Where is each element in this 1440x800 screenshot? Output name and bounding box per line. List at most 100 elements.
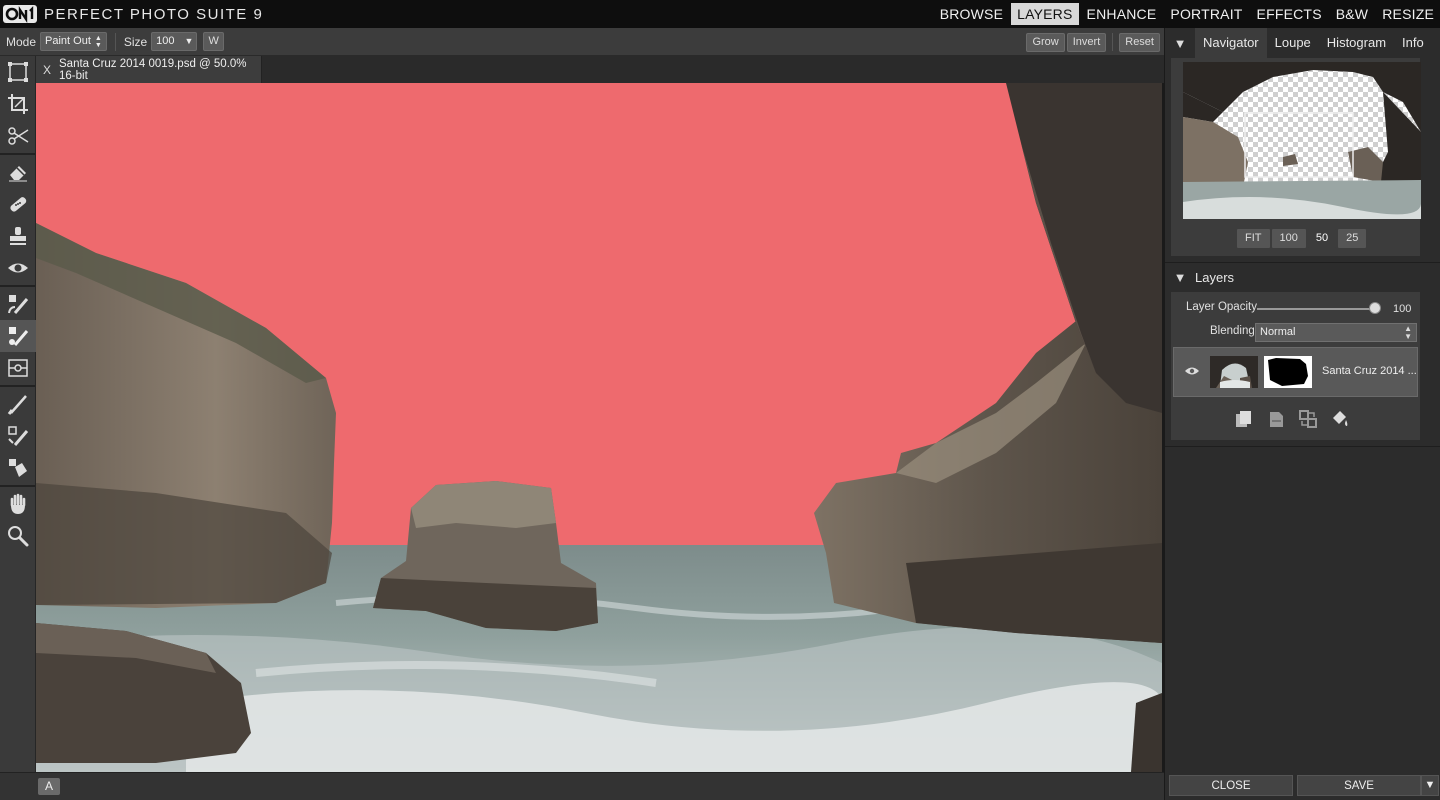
size-label: Size	[123, 34, 148, 49]
crop-icon	[8, 94, 28, 114]
scissors-icon	[8, 127, 29, 145]
footer-buttons: CLOSE SAVE ▼	[1165, 772, 1440, 800]
photo-preview	[36, 83, 1162, 772]
close-icon[interactable]: X	[43, 63, 51, 77]
gradient-icon	[8, 359, 28, 377]
module-nav: BROWSE LAYERS ENHANCE PORTRAIT EFFECTS B…	[932, 0, 1440, 28]
mode-select[interactable]: Paint Out ▲ ▼	[40, 32, 107, 51]
reset-button[interactable]: Reset	[1119, 32, 1160, 52]
w-button[interactable]: W	[203, 32, 224, 51]
zoom-50-button[interactable]: 50	[1307, 229, 1337, 248]
module-bw[interactable]: B&W	[1330, 3, 1375, 25]
size-select[interactable]: 100 ▼	[151, 32, 198, 51]
clone-stamp-tool[interactable]	[0, 220, 36, 252]
divider	[0, 153, 35, 155]
brush-tool[interactable]	[0, 388, 36, 420]
masking-brush-icon	[8, 295, 29, 314]
zoom-fit-button[interactable]: FIT	[1237, 229, 1270, 248]
module-layers[interactable]: LAYERS	[1011, 3, 1079, 25]
brush-icon	[7, 395, 27, 415]
hand-tool[interactable]	[0, 488, 36, 520]
blending-row: Blending Normal ▲ ▼	[1171, 323, 1420, 343]
mask-brush-tool[interactable]	[0, 420, 36, 452]
layer-mask-thumbnail	[1264, 356, 1312, 388]
image-canvas[interactable]	[36, 83, 1162, 772]
navigator-preview[interactable]	[1183, 62, 1421, 219]
refine-brush-tool[interactable]	[0, 320, 36, 352]
eraser-icon	[9, 166, 27, 182]
collapse-triangle-icon[interactable]: ▼	[1165, 36, 1195, 51]
duplicate-layer-icon[interactable]	[1233, 408, 1255, 430]
mode-label: Mode	[6, 34, 37, 49]
tab-histogram[interactable]: Histogram	[1319, 28, 1394, 58]
merge-layers-icon[interactable]	[1297, 408, 1319, 430]
document-tab[interactable]: X Santa Cruz 2014 0019.psd @ 50.0% 16-bi…	[36, 56, 262, 83]
close-button[interactable]: CLOSE	[1169, 775, 1293, 796]
cut-tool[interactable]	[0, 120, 36, 152]
up-down-arrows-icon: ▲ ▼	[94, 34, 102, 49]
transform-tool[interactable]	[0, 56, 36, 88]
eraser-tool[interactable]	[0, 156, 36, 188]
tab-navigator[interactable]: Navigator	[1195, 28, 1267, 58]
tab-loupe[interactable]: Loupe	[1267, 28, 1319, 58]
module-effects[interactable]: EFFECTS	[1251, 3, 1328, 25]
gradient-mask-tool[interactable]	[0, 352, 36, 384]
layer-row[interactable]: Santa Cruz 2014 ...	[1173, 347, 1418, 397]
zoom-100-button[interactable]: 100	[1271, 229, 1306, 248]
paint-bucket-icon	[9, 459, 27, 477]
blending-label: Blending	[1210, 325, 1255, 337]
divider	[0, 485, 35, 487]
mode-value: Paint Out	[45, 35, 91, 47]
opacity-row: Layer Opacity 100	[1171, 301, 1420, 319]
layers-box: Layer Opacity 100 Blending Normal ▲ ▼ Sa…	[1171, 292, 1420, 440]
masking-brush-tool[interactable]	[0, 288, 36, 320]
zoom-25-button[interactable]: 25	[1338, 229, 1367, 248]
visibility-eye-icon[interactable]	[1184, 364, 1200, 382]
transform-icon	[8, 62, 28, 82]
blending-value: Normal	[1260, 326, 1296, 338]
paint-fill-tool[interactable]	[0, 452, 36, 484]
document-tab-bar: X Santa Cruz 2014 0019.psd @ 50.0% 16-bi…	[36, 56, 1164, 83]
eye-icon	[8, 263, 28, 273]
layer-actions	[1233, 408, 1351, 430]
mask-actions: Grow Invert Reset	[1026, 28, 1164, 56]
divider	[1165, 446, 1440, 447]
retouch-tool[interactable]	[0, 188, 36, 220]
new-layer-icon[interactable]	[1265, 408, 1287, 430]
module-portrait[interactable]: PORTRAIT	[1164, 3, 1248, 25]
layers-panel-header: ▼ Layers	[1165, 262, 1440, 292]
module-browse[interactable]: BROWSE	[934, 3, 1009, 25]
module-enhance[interactable]: ENHANCE	[1081, 3, 1163, 25]
layer-name: Santa Cruz 2014 ...	[1322, 365, 1417, 377]
tools-sidebar	[0, 56, 36, 772]
tab-info[interactable]: Info	[1394, 28, 1432, 58]
save-options-chevron-icon[interactable]: ▼	[1421, 775, 1439, 796]
hand-icon	[10, 493, 26, 514]
size-value: 100	[156, 35, 175, 47]
document-tab-title: Santa Cruz 2014 0019.psd @ 50.0% 16-bit	[59, 57, 247, 82]
blending-select[interactable]: Normal ▲ ▼	[1255, 323, 1417, 342]
zoom-tool[interactable]	[0, 520, 36, 552]
paint-bucket-icon[interactable]	[1329, 408, 1351, 430]
bandage-icon	[10, 197, 27, 212]
on1-logo-icon	[2, 4, 38, 24]
magnifier-icon	[8, 526, 29, 547]
grow-button[interactable]: Grow	[1026, 32, 1065, 52]
stamp-icon	[10, 227, 26, 245]
red-eye-tool[interactable]	[0, 252, 36, 284]
layer-image-thumbnail	[1210, 356, 1258, 388]
collapse-triangle-icon[interactable]: ▼	[1165, 270, 1195, 285]
navigator-box: FIT 100 50 25	[1171, 58, 1421, 256]
opacity-label: Layer Opacity	[1186, 301, 1257, 313]
divider	[0, 285, 35, 287]
title-bar: PERFECT PHOTO SUITE 9 BROWSE LAYERS ENHA…	[0, 0, 1440, 28]
module-resize[interactable]: RESIZE	[1376, 3, 1440, 25]
opacity-slider-handle[interactable]	[1369, 302, 1381, 314]
invert-button[interactable]: Invert	[1066, 32, 1107, 52]
chevron-down-icon: ▼	[184, 36, 194, 46]
divider	[1112, 33, 1114, 51]
save-button[interactable]: SAVE ▼	[1297, 775, 1439, 796]
crop-tool[interactable]	[0, 88, 36, 120]
a-button[interactable]: A	[38, 778, 60, 795]
opacity-slider[interactable]	[1257, 308, 1379, 310]
